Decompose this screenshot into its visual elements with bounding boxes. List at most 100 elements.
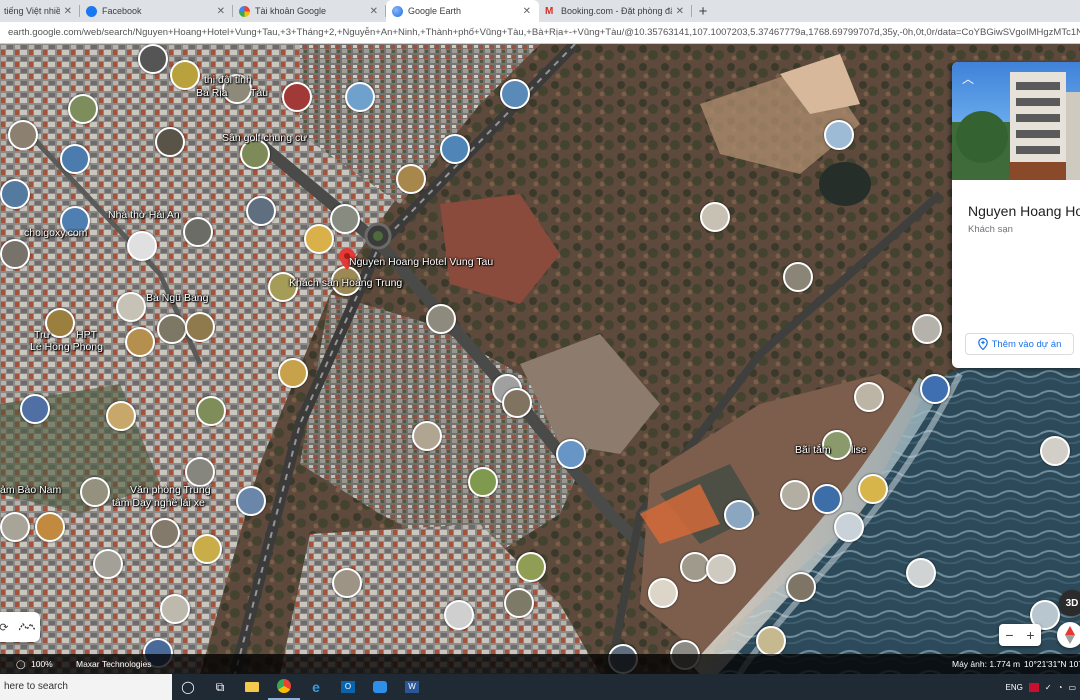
close-icon[interactable]: ✕ <box>676 6 684 17</box>
photo-marker[interactable] <box>502 388 532 418</box>
photo-marker[interactable] <box>332 568 362 598</box>
zoom-out-button[interactable]: − <box>999 627 1020 643</box>
photo-marker[interactable] <box>756 626 786 656</box>
word-icon[interactable]: W <box>396 674 428 700</box>
photo-marker[interactable] <box>185 457 215 487</box>
taskbar-search[interactable]: here to search <box>0 674 172 700</box>
cortana-icon[interactable]: ◯ <box>172 674 204 700</box>
photo-marker[interactable] <box>236 486 266 516</box>
photo-marker[interactable] <box>834 512 864 542</box>
photo-marker[interactable] <box>68 94 98 124</box>
photo-marker[interactable] <box>912 314 942 344</box>
close-icon[interactable]: ✕ <box>217 6 225 17</box>
wifi-icon[interactable]: ◔ <box>1058 683 1063 692</box>
language-indicator[interactable]: ENG <box>1006 683 1023 692</box>
photo-marker[interactable] <box>192 534 222 564</box>
photo-marker[interactable] <box>786 572 816 602</box>
photo-marker[interactable] <box>0 239 30 269</box>
add-to-project-button[interactable]: Thêm vào dự án <box>965 333 1074 355</box>
photo-marker[interactable] <box>170 60 200 90</box>
photo-marker[interactable] <box>812 484 842 514</box>
photo-marker[interactable] <box>1040 436 1070 466</box>
photo-marker[interactable] <box>150 518 180 548</box>
compass-button[interactable] <box>1057 622 1080 648</box>
file-explorer-icon[interactable] <box>236 674 268 700</box>
photo-marker[interactable] <box>20 394 50 424</box>
photo-marker[interactable] <box>125 327 155 357</box>
photo-marker[interactable] <box>278 358 308 388</box>
photo-marker[interactable] <box>157 314 187 344</box>
photo-marker[interactable] <box>440 134 470 164</box>
photo-marker[interactable] <box>330 204 360 234</box>
photo-marker[interactable] <box>500 79 530 109</box>
edge-icon[interactable]: e <box>300 674 332 700</box>
tab-google-earth[interactable]: Google Earth ✕ <box>386 0 539 22</box>
photo-marker[interactable] <box>516 552 546 582</box>
photo-marker[interactable] <box>426 304 456 334</box>
photo-marker[interactable] <box>60 144 90 174</box>
photo-marker[interactable] <box>0 179 30 209</box>
photo-marker[interactable] <box>116 292 146 322</box>
close-icon[interactable]: ✕ <box>64 6 72 17</box>
photo-marker[interactable] <box>504 588 534 618</box>
photo-marker[interactable] <box>183 217 213 247</box>
check-icon[interactable]: ✓ <box>1045 683 1052 692</box>
photo-marker[interactable] <box>724 500 754 530</box>
photo-marker[interactable] <box>396 164 426 194</box>
close-icon[interactable]: ✕ <box>523 6 531 17</box>
new-tab-button[interactable]: + <box>692 0 714 22</box>
photo-marker[interactable] <box>138 44 168 74</box>
photo-marker[interactable] <box>246 196 276 226</box>
loop-icon[interactable]: ⟳ <box>0 621 8 634</box>
photo-marker[interactable] <box>160 594 190 624</box>
photo-marker[interactable] <box>854 382 884 412</box>
satellite-map[interactable]: thị đội tỉnh Bà Rịa Tàu Sân golf chung c… <box>0 44 1080 674</box>
tab-0[interactable]: tiếng Việt nhiều ✕ <box>0 0 80 22</box>
map-label[interactable]: Khách sạn Hoàng Trung <box>289 277 402 289</box>
battery-icon[interactable]: ▭ <box>1068 683 1076 692</box>
photo-marker[interactable] <box>345 82 375 112</box>
tab-facebook[interactable]: Facebook ✕ <box>80 0 233 22</box>
measure-icon[interactable] <box>18 622 35 632</box>
photo-marker[interactable] <box>556 439 586 469</box>
photo-marker[interactable] <box>783 262 813 292</box>
photo-marker[interactable] <box>444 600 474 630</box>
photo-marker[interactable] <box>0 512 30 542</box>
photo-marker[interactable] <box>155 127 185 157</box>
photo-marker[interactable] <box>412 421 442 451</box>
photo-marker[interactable] <box>185 312 215 342</box>
photo-marker[interactable] <box>282 82 312 112</box>
place-photo[interactable]: ︿ <box>952 62 1080 180</box>
tab-google-account[interactable]: Tài khoản Google ✕ <box>233 0 386 22</box>
zalo-icon[interactable] <box>364 674 396 700</box>
photo-marker[interactable] <box>468 467 498 497</box>
photo-marker[interactable] <box>706 554 736 584</box>
close-icon[interactable]: ✕ <box>370 6 378 17</box>
tray-app-icon[interactable] <box>1028 682 1039 692</box>
photo-marker[interactable] <box>93 549 123 579</box>
photo-marker[interactable] <box>780 480 810 510</box>
photo-marker[interactable] <box>35 512 65 542</box>
photo-marker[interactable] <box>824 120 854 150</box>
photo-marker[interactable] <box>304 224 334 254</box>
photo-marker[interactable] <box>127 231 157 261</box>
photo-marker[interactable] <box>106 401 136 431</box>
outlook-icon[interactable]: O <box>332 674 364 700</box>
photo-marker[interactable] <box>858 474 888 504</box>
chrome-icon[interactable] <box>268 674 300 700</box>
photo-marker[interactable] <box>920 374 950 404</box>
task-view-icon[interactable]: ⧉ <box>204 674 236 700</box>
tab-booking[interactable]: M Booking.com - Đặt phòng đã hủy ✕ <box>539 0 692 22</box>
attribution[interactable]: Maxar Technologies <box>76 654 151 674</box>
zoom-in-button[interactable]: + <box>1020 627 1041 643</box>
map-label[interactable]: Nguyen Hoang Hotel Vung Tau <box>349 256 493 268</box>
address-bar[interactable]: earth.google.com/web/search/Nguyen+Hoang… <box>0 22 1080 44</box>
chevron-up-icon[interactable]: ︿ <box>962 70 974 87</box>
photo-marker[interactable] <box>700 202 730 232</box>
photo-marker[interactable] <box>196 396 226 426</box>
photo-marker[interactable] <box>8 120 38 150</box>
photo-marker[interactable] <box>906 558 936 588</box>
photo-marker[interactable] <box>648 578 678 608</box>
photo-marker[interactable] <box>80 477 110 507</box>
toggle-3d-button[interactable]: 3D <box>1059 590 1080 616</box>
